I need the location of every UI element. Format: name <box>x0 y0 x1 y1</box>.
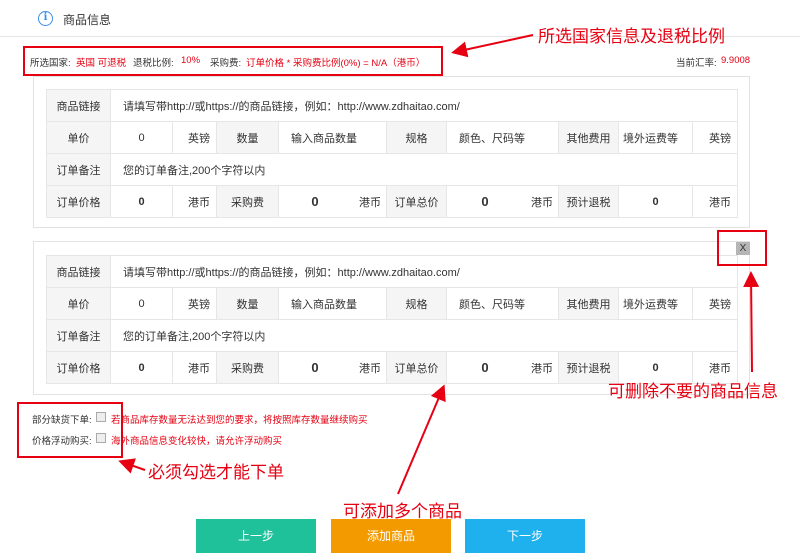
arrow-to-country-info <box>451 34 534 58</box>
add-product-button[interactable]: 添加商品 <box>331 519 451 553</box>
arrow-to-checkboxes <box>118 458 146 474</box>
next-step-button[interactable]: 下一步 <box>465 519 585 553</box>
arrow-to-product-card <box>397 384 446 495</box>
arrow-to-delete <box>743 271 760 373</box>
prev-step-button[interactable]: 上一步 <box>196 519 316 553</box>
annotation-arrows <box>118 34 760 495</box>
